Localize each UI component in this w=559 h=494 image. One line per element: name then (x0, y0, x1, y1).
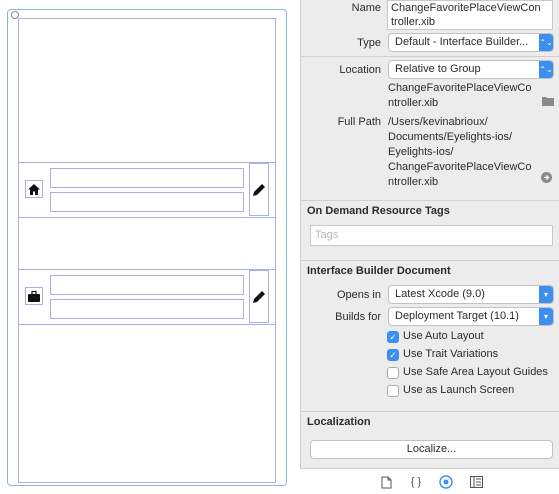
checkbox-checked-icon: ✓ (387, 331, 399, 343)
title-field[interactable] (50, 275, 244, 295)
address-field[interactable] (50, 299, 244, 319)
file-icon[interactable] (379, 475, 393, 489)
fullpath-line: /Users/kevinabrioux/ (388, 116, 488, 128)
builds-for-popup[interactable]: Deployment Target (10.1) ▾ (388, 307, 554, 326)
edit-button[interactable] (249, 163, 269, 216)
library-icon[interactable] (469, 475, 483, 489)
checkbox-label: Use Safe Area Layout Guides (403, 366, 548, 378)
type-label: Type (357, 37, 381, 49)
inner-view[interactable] (18, 18, 276, 483)
name-value-line1: ChangeFavoritePlaceViewCon (391, 2, 541, 14)
location-label: Location (339, 64, 381, 76)
braces-icon[interactable]: { } (409, 475, 423, 489)
fullpath-line: ntroller.xib (388, 176, 439, 188)
builds-for-value: Deployment Target (10.1) (395, 310, 519, 322)
checkbox-unchecked-icon (387, 385, 399, 397)
home-icon (25, 180, 43, 198)
xib-canvas[interactable] (0, 0, 300, 493)
checkbox-label: Use Trait Variations (403, 348, 499, 360)
name-label: Name (351, 2, 381, 14)
fullpath-value: /Users/kevinabrioux/ Documents/Eyelights… (388, 115, 532, 190)
checkbox-unchecked-icon (387, 367, 399, 379)
opens-in-label: Opens in (336, 289, 381, 301)
localize-button[interactable]: Localize... (310, 440, 553, 459)
checkbox-label: Use as Launch Screen (403, 384, 515, 396)
opens-in-popup[interactable]: Latest Xcode (9.0) ▾ (388, 285, 554, 304)
location-popup[interactable]: Relative to Group ⌃⌄ (388, 60, 554, 79)
folder-icon[interactable] (542, 96, 554, 106)
name-field[interactable]: ChangeFavoritePlaceViewCon troller.xib (387, 0, 553, 30)
tags-input[interactable]: Tags (310, 225, 553, 246)
type-value: Default - Interface Builder... (395, 36, 529, 48)
fullpath-label: Full Path (337, 116, 381, 128)
location-path: ChangeFavoritePlaceViewCo ntroller.xib (388, 81, 532, 111)
checkbox-checked-icon: ✓ (387, 349, 399, 361)
odr-section-title: On Demand Resource Tags (301, 200, 559, 217)
type-popup[interactable]: Default - Interface Builder... ⌃⌄ (388, 33, 554, 52)
builds-for-label: Builds for (335, 311, 381, 323)
fullpath-line: ChangeFavoritePlaceViewCo (388, 161, 532, 173)
separator (301, 56, 559, 57)
inspector-toolbar: { } (300, 468, 559, 494)
title-field[interactable] (50, 168, 244, 188)
location-path-line1: ChangeFavoritePlaceViewCo (388, 82, 532, 94)
name-value-line2: troller.xib (391, 16, 436, 28)
opens-in-value: Latest Xcode (9.0) (395, 288, 485, 300)
pencil-icon (253, 290, 265, 303)
briefcase-icon (25, 287, 43, 305)
edit-button[interactable] (249, 270, 269, 323)
popup-arrows-icon: ⌃⌄ (539, 34, 553, 51)
target-icon[interactable] (439, 475, 453, 489)
ibd-section-title: Interface Builder Document (301, 260, 559, 277)
popup-arrows-icon: ⌃⌄ (539, 61, 553, 78)
reveal-arrow-icon[interactable] (541, 172, 552, 183)
pencil-icon (253, 183, 265, 196)
address-field[interactable] (50, 192, 244, 212)
location-value: Relative to Group (395, 63, 481, 75)
place-row-work[interactable] (18, 269, 276, 325)
place-row-home[interactable] (18, 162, 276, 218)
file-inspector: Name ChangeFavoritePlaceViewCon troller.… (301, 0, 559, 493)
fullpath-line: Eyelights-ios/ (388, 146, 454, 158)
chevron-down-icon: ▾ (539, 308, 553, 325)
localization-section-title: Localization (301, 411, 559, 428)
fullpath-line: Documents/Eyelights-ios/ (388, 131, 513, 143)
checkbox-label: Use Auto Layout (403, 330, 484, 342)
location-path-line2: ntroller.xib (388, 97, 439, 109)
chevron-down-icon: ▾ (539, 286, 553, 303)
